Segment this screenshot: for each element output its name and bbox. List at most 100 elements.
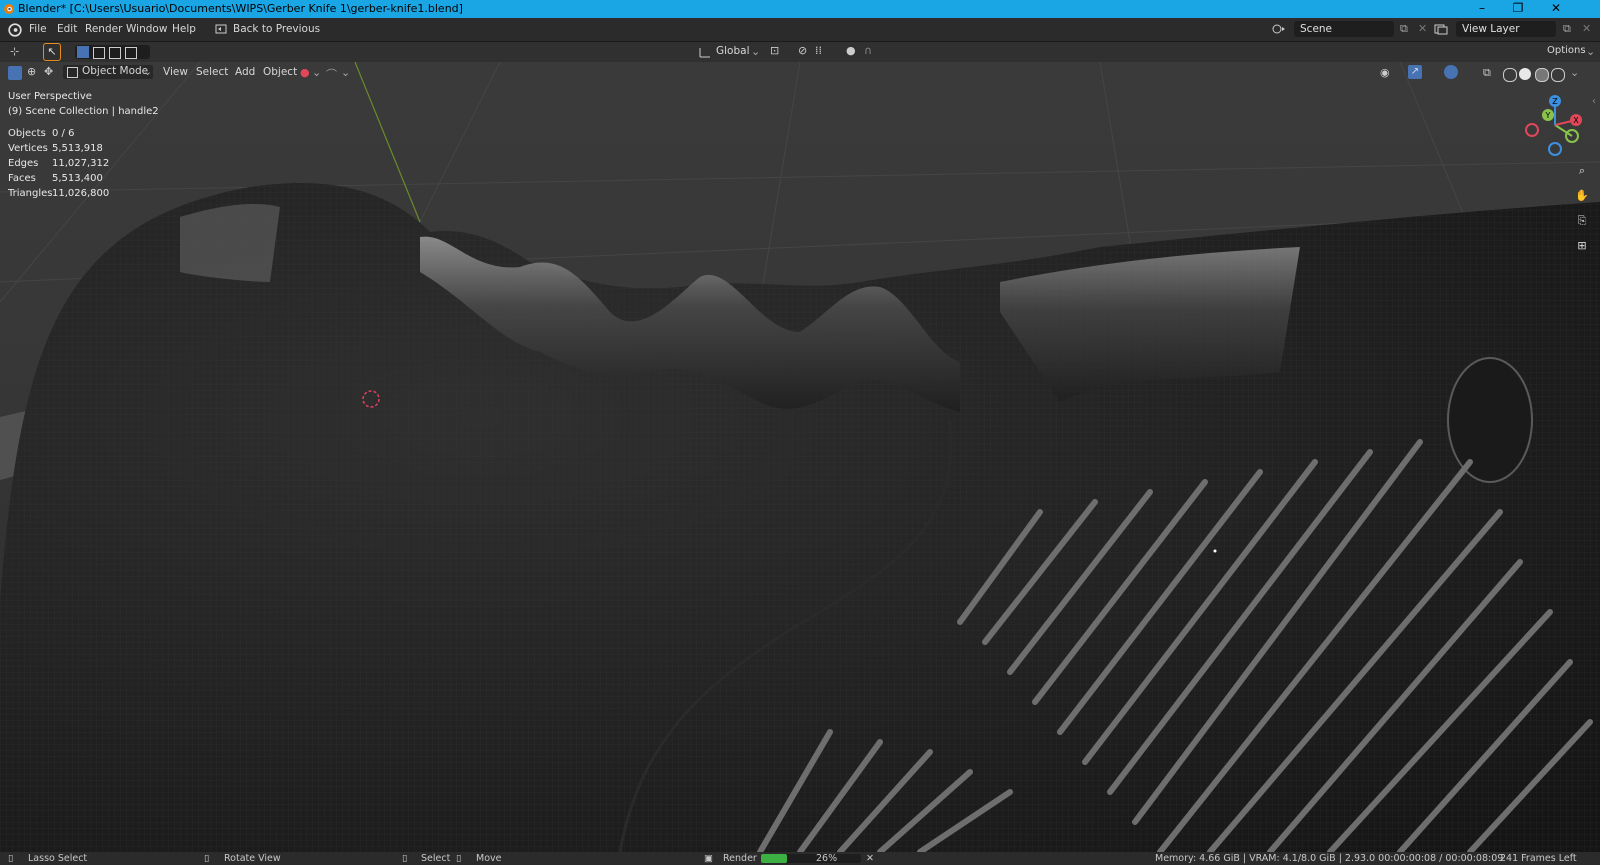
select-invert-icon[interactable]	[125, 47, 137, 59]
3d-viewport[interactable]	[0, 42, 1600, 852]
viewport-collection-label: (9) Scene Collection | handle2	[8, 106, 159, 117]
orientation-dropdown[interactable]: Global	[716, 45, 750, 57]
render-progress-percent: 26%	[816, 853, 838, 864]
view-layer-name: View Layer	[1462, 23, 1520, 35]
menu-view[interactable]: View	[163, 66, 188, 78]
move-tool-icon[interactable]: ✥	[44, 65, 53, 78]
status-select: Select	[421, 853, 451, 864]
gizmo-toggle-icon[interactable]: ↗	[1408, 65, 1422, 79]
top-menubar: File Edit Render Window Help Back to Pre…	[0, 18, 1600, 42]
stat-faces: Faces 5,513,400	[8, 173, 109, 188]
chevron-down-icon[interactable]: ⌄	[1570, 66, 1579, 79]
camera-view-icon[interactable]: ⎘	[1572, 211, 1592, 231]
object-mode-icon	[67, 67, 78, 78]
stat-triangles: Triangles 11,026,800	[8, 188, 109, 203]
back-to-previous-button[interactable]: Back to Previous	[233, 23, 320, 35]
viewport-scene	[0, 42, 1600, 852]
visibility-icon[interactable]: ◉	[1380, 66, 1390, 79]
wireframe-shading-icon[interactable]	[1503, 68, 1517, 82]
tool-select-box-icon[interactable]	[8, 66, 22, 80]
xray-toggle-icon[interactable]: ⧉	[1483, 66, 1491, 80]
tool-settings-bar: ⊹ ↖ Global ⌄ ⊡ ⊘ ⁞⁞ ● ∩ Options ⌄	[0, 42, 1600, 62]
scene-copy-icon[interactable]: ⧉	[1400, 22, 1408, 36]
menu-select[interactable]: Select	[196, 66, 228, 78]
select-extend-icon[interactable]	[93, 47, 105, 59]
pivot-point-icon[interactable]: ⊡	[770, 44, 779, 57]
object-mode-dropdown[interactable]: Object Mode ⌄	[62, 64, 154, 80]
selection-mode-group[interactable]	[75, 45, 150, 59]
zoom-icon[interactable]: ⌕	[1572, 161, 1592, 181]
falloff-icon[interactable]: ∩	[864, 44, 872, 57]
gizmo-x-label: X	[1573, 116, 1579, 125]
menu-object[interactable]: Object	[263, 66, 297, 78]
mouse-right-icon: ▯	[402, 853, 408, 864]
options-dropdown[interactable]: Options	[1547, 45, 1586, 56]
menu-file[interactable]: File	[29, 23, 47, 35]
stat-label: Objects	[8, 128, 46, 139]
view-layer-remove-icon[interactable]: ✕	[1582, 22, 1591, 35]
proportional-editing-icon[interactable]: ●	[846, 44, 856, 57]
menu-edit[interactable]: Edit	[57, 23, 77, 35]
sidebar-toggle-icon[interactable]: ‹	[1592, 96, 1596, 107]
snap-toggle-icon[interactable]: ⊘	[798, 44, 807, 57]
overlays-toggle-icon[interactable]	[1444, 65, 1458, 79]
window-titlebar: Blender* [C:\Users\Usuario\Documents\WIP…	[0, 0, 1600, 18]
perspective-toggle-icon[interactable]: ⊞	[1572, 236, 1592, 256]
close-button[interactable]: ✕	[1538, 0, 1574, 18]
mouse-middle-icon: ▯	[204, 853, 210, 864]
chevron-down-icon[interactable]: ⌄	[751, 45, 760, 58]
stat-value: 11,026,800	[52, 188, 110, 199]
scene-selector[interactable]: Scene	[1294, 21, 1394, 37]
chevron-down-icon[interactable]: ⌄	[1586, 45, 1595, 58]
stat-objects: Objects 0 / 6	[8, 128, 109, 143]
chevron-down-icon[interactable]: ⌄	[312, 66, 321, 79]
stat-label: Vertices	[8, 143, 48, 154]
snap-target-icon[interactable]: ⁞⁞	[815, 44, 822, 57]
view-layer-copy-icon[interactable]: ⧉	[1563, 22, 1571, 36]
stat-value: 11,027,312	[52, 158, 110, 169]
material-icon[interactable]: ●	[300, 66, 310, 79]
stat-label: Triangles	[8, 188, 53, 199]
cursor-tool-icon[interactable]: ⊕	[27, 65, 36, 78]
status-rotate-view: Rotate View	[224, 853, 281, 864]
transform-orientation-icon	[699, 48, 710, 58]
view-layer-icon[interactable]	[1434, 23, 1448, 35]
render-progress-fill	[761, 854, 787, 863]
render-job-icon: ▣	[704, 853, 713, 864]
editor-type-icon[interactable]: ⊹	[10, 45, 19, 58]
view-layer-selector[interactable]: View Layer	[1456, 21, 1556, 37]
maximize-button[interactable]: ❐	[1500, 0, 1536, 18]
curve-icon[interactable]: ⌒	[326, 66, 337, 82]
cancel-render-button[interactable]: ✕	[866, 852, 874, 865]
menu-help[interactable]: Help	[172, 23, 196, 35]
status-lasso-select: Lasso Select	[28, 853, 88, 864]
menu-add[interactable]: Add	[235, 66, 255, 78]
status-move: Move	[476, 853, 502, 864]
stat-label: Edges	[8, 158, 39, 169]
back-icon	[215, 24, 227, 34]
stat-value: 0 / 6	[52, 128, 75, 139]
pan-hand-icon[interactable]: ✋	[1572, 186, 1592, 206]
render-job-label: Render	[723, 853, 757, 864]
object-mode-label: Object Mode	[82, 65, 149, 77]
menu-window[interactable]: Window	[126, 23, 167, 35]
select-tool-icon[interactable]: ↖	[43, 43, 61, 61]
navigation-gizmo[interactable]: Z Y X	[1520, 92, 1590, 158]
blender-logo-icon	[4, 4, 14, 14]
scene-remove-icon[interactable]: ✕	[1418, 22, 1427, 35]
select-new-icon[interactable]	[77, 46, 89, 58]
stat-value: 5,513,400	[52, 173, 103, 184]
minimize-button[interactable]: –	[1464, 0, 1500, 18]
mouse-move-icon: ▯	[456, 853, 462, 864]
scene-icon[interactable]	[1272, 23, 1286, 35]
material-preview-icon[interactable]	[1535, 68, 1549, 82]
gizmo-y-label: Y	[1545, 111, 1551, 120]
gizmo-z-label: Z	[1552, 97, 1558, 106]
lanyard-hole	[1447, 357, 1533, 483]
chevron-down-icon[interactable]: ⌄	[341, 66, 350, 79]
solid-shading-icon[interactable]	[1519, 68, 1531, 80]
select-subtract-icon[interactable]	[109, 47, 121, 59]
rendered-shading-icon[interactable]	[1551, 68, 1565, 82]
blender-menu-icon[interactable]	[8, 23, 22, 37]
menu-render[interactable]: Render	[85, 23, 122, 35]
